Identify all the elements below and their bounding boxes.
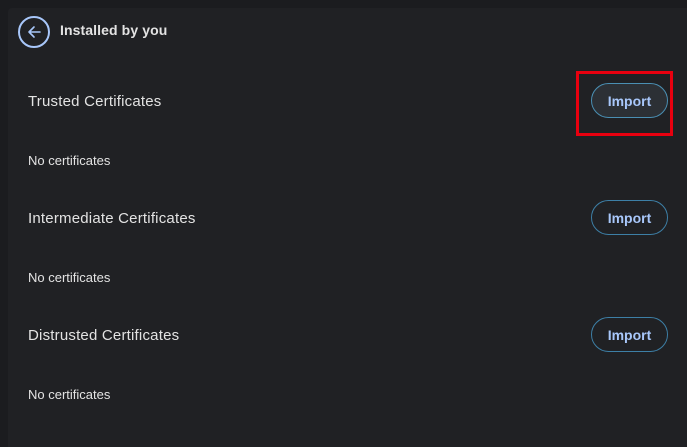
section-status: No certificates (28, 270, 111, 285)
section-title: Distrusted Certificates (28, 327, 180, 344)
intermediate-certificates-section: Intermediate Certificates Import No cert… (8, 184, 687, 301)
section-title: Intermediate Certificates (28, 210, 196, 227)
page-title: Installed by you (60, 22, 168, 38)
page: Installed by you Trusted Certificates Im… (0, 0, 687, 447)
section-status: No certificates (28, 387, 111, 402)
certificates-panel: Installed by you Trusted Certificates Im… (8, 8, 687, 447)
import-trusted-button[interactable]: Import (591, 83, 668, 118)
section-status: No certificates (28, 153, 111, 168)
section-title: Trusted Certificates (28, 93, 162, 110)
arrow-back-icon (28, 26, 41, 38)
back-button[interactable] (18, 16, 50, 48)
page-header: Installed by you (8, 8, 687, 54)
import-distrusted-button[interactable]: Import (591, 317, 668, 352)
trusted-certificates-section: Trusted Certificates Import No certifica… (8, 67, 687, 184)
import-intermediate-button[interactable]: Import (591, 200, 668, 235)
distrusted-certificates-section: Distrusted Certificates Import No certif… (8, 301, 687, 418)
